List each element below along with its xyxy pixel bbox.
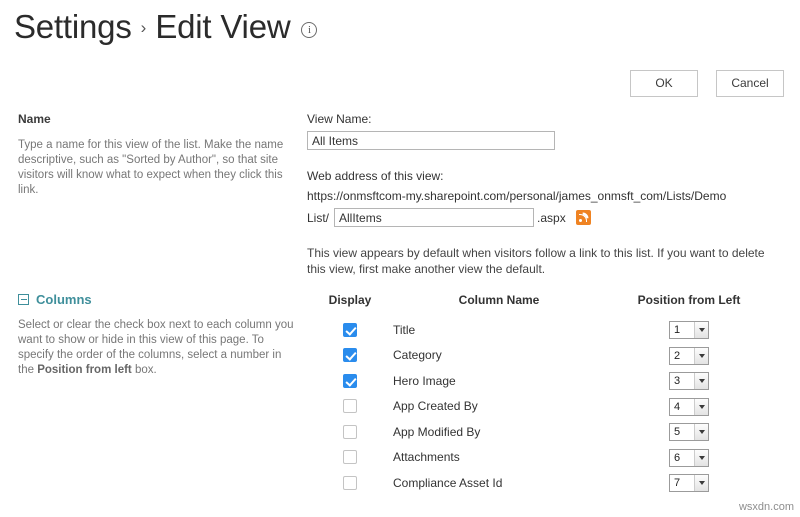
position-select-value: 5	[674, 426, 681, 439]
ok-button[interactable]: OK	[630, 70, 698, 97]
columns-section-left: Columns Select or clear the check box ne…	[18, 292, 300, 378]
cancel-button[interactable]: Cancel	[716, 70, 784, 97]
columns-section-description: Select or clear the check box next to ea…	[18, 318, 300, 378]
position-select[interactable]: 3	[669, 372, 709, 391]
view-name-label: View Name:	[307, 112, 372, 126]
info-icon-glyph: i	[307, 23, 312, 36]
position-select[interactable]: 2	[669, 346, 709, 365]
web-address-prefix: List/	[307, 210, 330, 225]
column-name-cell: App Created By	[393, 399, 478, 414]
position-select-value: 4	[674, 400, 681, 413]
chevron-down-icon[interactable]	[694, 373, 708, 390]
column-name-cell: App Modified By	[393, 424, 481, 439]
table-row: Category 2	[307, 343, 773, 369]
chevron-down-icon[interactable]	[694, 449, 708, 466]
name-section-left: Name Type a name for this view of the li…	[18, 112, 300, 198]
columns-section-title: Columns	[36, 292, 92, 307]
chevron-down-icon[interactable]	[694, 347, 708, 364]
form-action-buttons: OK Cancel	[630, 70, 784, 97]
position-select[interactable]: 4	[669, 397, 709, 416]
position-select-value: 6	[674, 451, 681, 464]
position-cell: 6	[605, 445, 773, 471]
position-cell: 7	[605, 470, 773, 496]
chevron-down-icon[interactable]	[694, 398, 708, 415]
chevron-down-icon[interactable]	[694, 322, 708, 339]
table-row: App Created By 4	[307, 394, 773, 420]
display-checkbox[interactable]	[343, 424, 357, 439]
position-cell: 2	[605, 343, 773, 369]
display-checkbox[interactable]	[343, 475, 357, 490]
position-select[interactable]: 6	[669, 448, 709, 467]
position-cell: 5	[605, 419, 773, 445]
watermark: wsxdn.com	[738, 501, 794, 513]
collapse-minus-icon[interactable]	[18, 294, 29, 305]
column-name-cell: Category	[393, 348, 442, 363]
columns-table-header-row: Display Column Name Position from Left	[307, 292, 773, 317]
chevron-down-icon[interactable]	[694, 475, 708, 492]
column-name-cell: Hero Image	[393, 373, 456, 388]
position-select-value: 7	[674, 477, 681, 490]
position-select[interactable]: 1	[669, 321, 709, 340]
page-title: Edit View	[155, 8, 291, 45]
name-section-description: Type a name for this view of the list. M…	[18, 139, 284, 196]
table-row: App Modified By 5	[307, 419, 773, 445]
chevron-down-icon[interactable]	[694, 424, 708, 441]
column-name-cell: Attachments	[393, 450, 460, 465]
view-name-input[interactable]	[307, 131, 555, 150]
display-checkbox[interactable]	[343, 399, 357, 414]
table-row: Attachments 6	[307, 445, 773, 471]
header-display: Display	[328, 293, 372, 307]
columns-description-part2: box.	[131, 364, 157, 376]
name-section: Name Type a name for this view of the li…	[0, 112, 800, 276]
columns-table-body: Title 1 Category 2 Hero Image 3 App Created By…	[307, 317, 773, 496]
position-cell: 1	[605, 317, 773, 343]
info-icon[interactable]: i	[301, 22, 318, 38]
display-cell	[307, 368, 393, 394]
display-cell	[307, 317, 393, 343]
position-select-value: 3	[674, 375, 681, 388]
display-cell	[307, 419, 393, 445]
web-address-label: Web address of this view:	[307, 169, 444, 183]
table-row: Title 1	[307, 317, 773, 343]
display-cell	[307, 470, 393, 496]
rss-icon[interactable]	[575, 210, 591, 225]
table-row: Compliance Asset Id 7	[307, 470, 773, 496]
web-address-block: Web address of this view: https://onmsft…	[307, 169, 787, 227]
header-position: Position from Left	[637, 293, 741, 307]
position-cell: 3	[605, 368, 773, 394]
web-address-base: https://onmsftcom-my.sharepoint.com/pers…	[307, 189, 727, 203]
display-checkbox[interactable]	[343, 450, 357, 465]
display-checkbox[interactable]	[343, 348, 357, 363]
display-cell	[307, 445, 393, 471]
web-address-suffix: .aspx	[537, 210, 566, 225]
position-select[interactable]: 5	[669, 423, 709, 442]
position-select[interactable]: 7	[669, 474, 709, 493]
position-select-value: 2	[674, 349, 681, 362]
name-section-title: Name	[18, 112, 51, 126]
columns-table: Display Column Name Position from Left T…	[307, 292, 773, 496]
position-select-value: 1	[674, 324, 681, 337]
columns-table-head: Display Column Name Position from Left	[307, 292, 773, 317]
position-cell: 4	[605, 394, 773, 420]
column-name-cell: Title	[393, 322, 416, 337]
name-section-right: View Name: Web address of this view: htt…	[307, 112, 787, 277]
display-cell	[307, 394, 393, 420]
table-row: Hero Image 3	[307, 368, 773, 394]
page-header: Settings › Edit View i	[14, 8, 318, 46]
web-address-row: List/ .aspx	[307, 208, 787, 227]
display-cell	[307, 343, 393, 369]
display-checkbox[interactable]	[343, 322, 357, 337]
columns-section-right: Display Column Name Position from Left T…	[307, 292, 787, 496]
web-address-input[interactable]	[334, 208, 535, 227]
breadcrumb-settings[interactable]: Settings	[14, 8, 132, 46]
display-checkbox[interactable]	[343, 373, 357, 388]
default-view-note: This view appears by default when visito…	[307, 246, 765, 276]
column-name-cell: Compliance Asset Id	[393, 475, 503, 490]
columns-section-header[interactable]: Columns	[18, 292, 300, 307]
breadcrumb-separator: ›	[140, 18, 147, 37]
header-column-name: Column Name	[458, 293, 540, 307]
columns-description-bold: Position from left	[37, 364, 132, 376]
